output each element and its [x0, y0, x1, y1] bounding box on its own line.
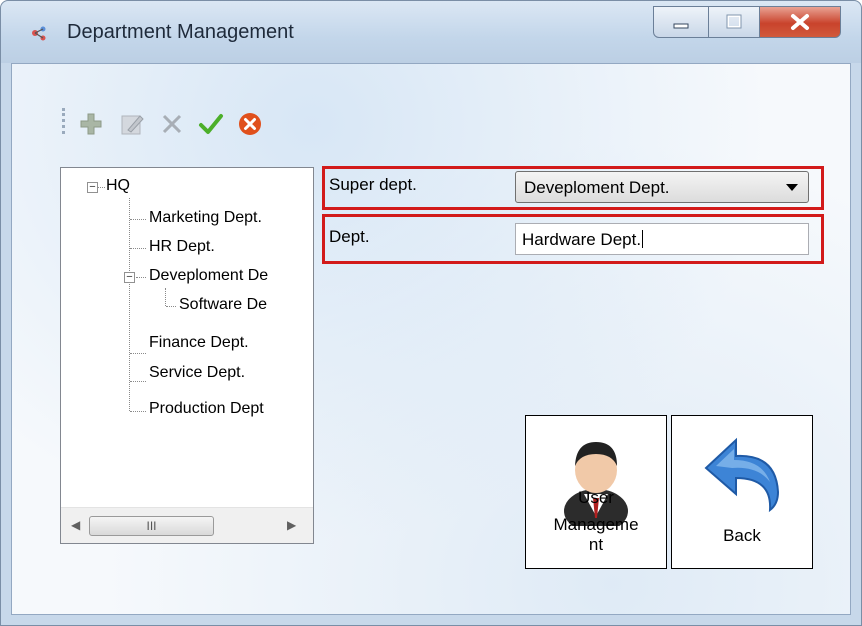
tree-node-finance[interactable]: Finance Dept. — [149, 334, 249, 352]
tree-horizontal-scrollbar[interactable]: ◀ III ▶ — [61, 507, 313, 543]
tree-node-production[interactable]: Production Dept — [149, 400, 264, 418]
minimize-button[interactable] — [653, 6, 709, 38]
super-dept-value: Deveploment Dept. — [524, 178, 670, 197]
tree-node-service[interactable]: Service Dept. — [149, 364, 245, 382]
checkmark-icon — [199, 114, 223, 134]
tree-node-marketing[interactable]: Marketing Dept. — [149, 209, 262, 227]
delete-button[interactable] — [158, 110, 186, 138]
edit-button[interactable] — [118, 110, 146, 138]
collapse-development-icon[interactable]: − — [124, 272, 135, 283]
window-title: Department Management — [67, 21, 294, 43]
cancel-button[interactable] — [236, 110, 264, 138]
user-management-label-3: nt — [588, 535, 604, 554]
cancel-circle-icon — [239, 113, 261, 135]
user-management-label-1: User — [578, 488, 614, 507]
department-tree[interactable]: − HQ Marketing Dept. HR Dept. − Deveplom… — [60, 167, 314, 544]
tree-node-software[interactable]: Software De — [179, 296, 267, 314]
toolbar — [52, 84, 312, 135]
plus-icon — [80, 113, 102, 135]
user-management-button[interactable]: User Manageme nt — [525, 415, 667, 569]
dropdown-arrow-icon — [786, 184, 798, 191]
toolbar-grip[interactable] — [62, 108, 68, 134]
window-controls — [653, 6, 841, 40]
back-button[interactable]: Back — [671, 415, 813, 569]
application-window: Department Management − HQ Marketing Dep… — [0, 0, 862, 626]
scroll-right-arrow-icon[interactable]: ▶ — [287, 518, 296, 532]
tree-node-hr[interactable]: HR Dept. — [149, 238, 215, 256]
minimize-icon — [673, 23, 689, 29]
confirm-button[interactable] — [197, 110, 225, 138]
collapse-hq-icon[interactable]: − — [87, 182, 98, 193]
maximize-button[interactable] — [708, 6, 760, 38]
close-icon — [791, 14, 809, 30]
department-app-icon — [32, 26, 46, 41]
text-caret — [642, 230, 644, 248]
dept-input-value: Hardware Dept. — [522, 230, 644, 249]
close-button[interactable] — [759, 6, 841, 38]
dept-input[interactable]: Hardware Dept. — [515, 223, 809, 255]
scroll-left-arrow-icon[interactable]: ◀ — [71, 518, 80, 532]
x-icon — [162, 114, 182, 134]
back-label: Back — [723, 526, 761, 545]
user-management-label-2: Manageme — [553, 515, 639, 534]
tree-node-development[interactable]: Deveploment De — [149, 267, 268, 285]
maximize-icon — [726, 14, 742, 29]
title-bar[interactable]: Department Management — [1, 1, 861, 63]
super-dept-label: Super dept. — [329, 175, 417, 194]
user-icon — [564, 442, 628, 526]
dept-label: Dept. — [329, 227, 370, 246]
scroll-thumb[interactable]: III — [89, 516, 214, 536]
tree-node-hq[interactable]: HQ — [106, 177, 130, 195]
super-dept-dropdown[interactable]: Deveploment Dept. — [515, 171, 809, 203]
pencil-icon — [121, 115, 144, 135]
back-arrow-icon — [704, 437, 780, 513]
add-button[interactable] — [77, 110, 105, 138]
